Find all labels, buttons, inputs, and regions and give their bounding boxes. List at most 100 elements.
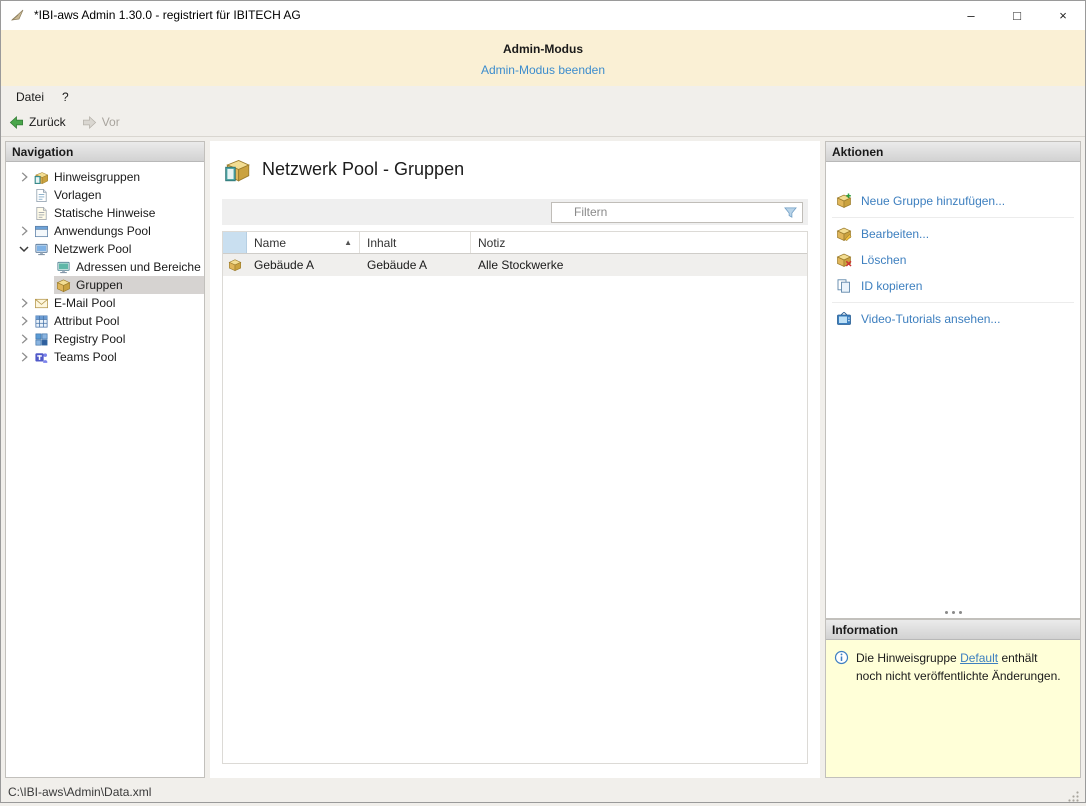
menu-datei[interactable]: Datei xyxy=(7,87,53,107)
info-message: Die Hinweisgruppe Default enthält noch n… xyxy=(856,649,1066,685)
info-message-before: Die Hinweisgruppe xyxy=(856,651,957,665)
menu-help[interactable]: ? xyxy=(53,87,78,107)
maximize-button[interactable]: □ xyxy=(994,0,1040,30)
filter-input[interactable] xyxy=(551,201,803,223)
add-group-label: Neue Gruppe hinzufügen... xyxy=(861,194,1006,208)
sidebar-item-label: Teams Pool xyxy=(54,350,117,364)
back-label: Zurück xyxy=(29,115,66,129)
cell-notiz: Alle Stockwerke xyxy=(478,258,564,272)
sidebar-item-gruppen[interactable]: Gruppen xyxy=(6,276,204,294)
status-bar: C:\IBI-aws\Admin\Data.xml xyxy=(0,780,1086,803)
default-group-link[interactable]: Default xyxy=(960,651,998,665)
admin-mode-title: Admin-Modus xyxy=(503,42,583,56)
information-header-label: Information xyxy=(832,622,898,637)
window-title: *IBI-aws Admin 1.30.0 - registriert für … xyxy=(34,8,301,22)
filter-funnel-icon[interactable] xyxy=(783,205,798,220)
sidebar-item-adressen-und-bereiche[interactable]: Adressen und Bereiche xyxy=(6,258,204,276)
forward-label: Vor xyxy=(101,115,120,129)
groups-icon xyxy=(56,278,71,293)
column-header-notiz[interactable]: Notiz xyxy=(471,232,807,253)
table-empty-area xyxy=(223,276,807,763)
chevron-right-icon[interactable] xyxy=(16,331,32,347)
attribute-pool-icon xyxy=(34,314,49,329)
divider xyxy=(832,217,1074,218)
sidebar-item-vorlagen[interactable]: Vorlagen xyxy=(6,186,204,204)
chevron-right-icon[interactable] xyxy=(16,169,32,185)
column-header-name[interactable]: Name ▲ xyxy=(247,232,360,253)
sidebar-item-label: Attribut Pool xyxy=(54,314,120,328)
minimize-button[interactable]: – xyxy=(948,0,994,30)
sidebar-item-netzwerk-pool[interactable]: Netzwerk Pool xyxy=(6,240,204,258)
templates-icon xyxy=(34,188,49,203)
hint-groups-icon xyxy=(34,170,49,185)
sidebar-item-attribut-pool[interactable]: Attribut Pool xyxy=(6,312,204,330)
filter-band xyxy=(222,199,808,225)
sidebar-item-label: Netzwerk Pool xyxy=(54,242,132,256)
actions-panel-header: Aktionen xyxy=(826,142,1080,162)
cell-inhalt: Gebäude A xyxy=(367,258,428,272)
email-pool-icon xyxy=(34,296,49,311)
groups-table: Name ▲ Inhalt Notiz Gebäude A Gebäude A … xyxy=(222,231,808,764)
add-group-action[interactable]: Neue Gruppe hinzufügen... xyxy=(826,188,1080,214)
back-button[interactable]: Zurück xyxy=(9,115,66,130)
admin-mode-banner: Admin-Modus Admin-Modus beenden xyxy=(0,30,1086,86)
cell-name: Gebäude A xyxy=(254,258,315,272)
sidebar-item-email-pool[interactable]: E-Mail Pool xyxy=(6,294,204,312)
information-body: Die Hinweisgruppe Default enthält noch n… xyxy=(826,640,1080,777)
actions-list: Neue Gruppe hinzufügen... Bearbeiten... … xyxy=(826,162,1080,332)
exit-admin-mode-link[interactable]: Admin-Modus beenden xyxy=(481,63,605,77)
chevron-right-icon[interactable] xyxy=(16,223,32,239)
app-icon xyxy=(10,7,26,23)
navigation-toolbar: Zurück Vor xyxy=(0,108,1086,137)
divider xyxy=(832,302,1074,303)
resize-grip-icon[interactable] xyxy=(1067,790,1080,803)
sidebar-item-anwendungs-pool[interactable]: Anwendungs Pool xyxy=(6,222,204,240)
table-row[interactable]: Gebäude A Gebäude A Alle Stockwerke xyxy=(223,254,807,276)
sort-ascending-icon: ▲ xyxy=(344,238,352,247)
minimize-icon: – xyxy=(967,7,975,23)
sidebar-item-teams-pool[interactable]: Teams Pool xyxy=(6,348,204,366)
navigation-header-label: Navigation xyxy=(12,144,74,159)
page-title: Netzwerk Pool - Gruppen xyxy=(262,159,465,179)
network-pool-icon xyxy=(34,242,49,257)
video-tutorials-label: Video-Tutorials ansehen... xyxy=(861,312,1001,326)
close-button[interactable]: × xyxy=(1040,0,1086,30)
back-arrow-icon xyxy=(9,115,24,130)
splitter-grip[interactable] xyxy=(943,610,963,614)
application-pool-icon xyxy=(34,224,49,239)
sidebar-item-label: Anwendungs Pool xyxy=(54,224,151,238)
chevron-right-icon[interactable] xyxy=(16,349,32,365)
sidebar-item-hinweisgruppen[interactable]: Hinweisgruppen xyxy=(6,168,204,186)
video-tutorials-action[interactable]: Video-Tutorials ansehen... xyxy=(826,306,1080,332)
edit-group-action[interactable]: Bearbeiten... xyxy=(826,221,1080,247)
column-header-inhalt[interactable]: Inhalt xyxy=(360,232,471,253)
teams-pool-icon xyxy=(34,350,49,365)
edit-group-icon xyxy=(836,226,852,242)
title-bar[interactable]: *IBI-aws Admin 1.30.0 - registriert für … xyxy=(0,0,1086,30)
sidebar-item-label: Adressen und Bereiche xyxy=(76,260,201,274)
forward-arrow-icon xyxy=(82,115,97,130)
sidebar-item-registry-pool[interactable]: Registry Pool xyxy=(6,330,204,348)
chevron-right-icon[interactable] xyxy=(16,313,32,329)
sidebar-item-statische-hinweise[interactable]: Statische Hinweise xyxy=(6,204,204,222)
actions-panel: Aktionen Neue Gruppe hinzufügen... Bearb… xyxy=(825,141,1081,619)
chevron-down-icon[interactable] xyxy=(16,241,32,257)
row-selector-column-header[interactable] xyxy=(223,232,247,253)
delete-group-icon xyxy=(836,252,852,268)
delete-group-action[interactable]: Löschen xyxy=(826,247,1080,273)
information-panel-header: Information xyxy=(826,620,1080,640)
content-panel: Netzwerk Pool - Gruppen Name ▲ Inhalt No… xyxy=(210,141,820,778)
sidebar-item-label: Registry Pool xyxy=(54,332,126,346)
sidebar-item-label: Hinweisgruppen xyxy=(54,170,141,184)
chevron-right-icon[interactable] xyxy=(16,295,32,311)
sidebar-item-label: Vorlagen xyxy=(54,188,102,202)
row-icon-cell xyxy=(223,258,247,272)
group-row-icon xyxy=(228,258,242,272)
information-panel: Information Die Hinweisgruppe Default en… xyxy=(825,619,1081,778)
column-label-inhalt: Inhalt xyxy=(367,235,397,250)
forward-button[interactable]: Vor xyxy=(82,115,120,130)
copy-id-action[interactable]: ID kopieren xyxy=(826,273,1080,299)
